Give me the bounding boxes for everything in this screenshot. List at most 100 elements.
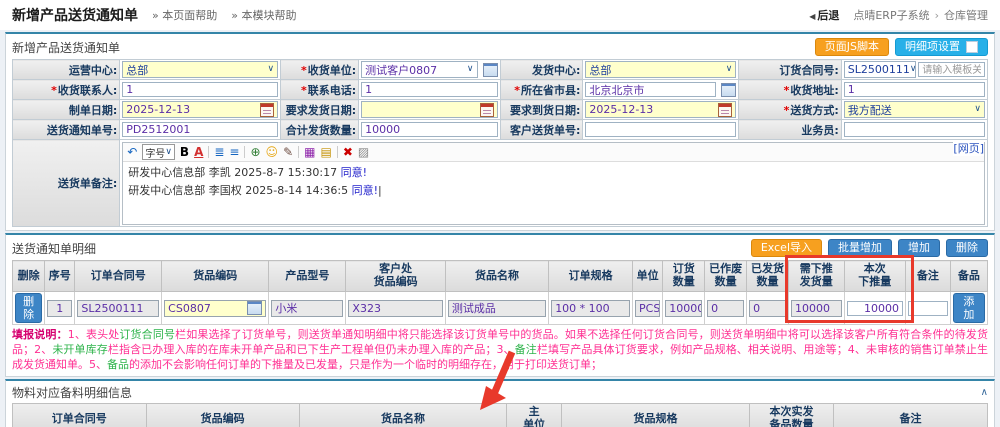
bold-icon[interactable]: B — [180, 146, 189, 158]
op-center-select[interactable]: 总部 — [122, 61, 278, 78]
col-delete: 删除 — [13, 261, 45, 292]
label-recv-unit: *收货单位: — [281, 60, 359, 80]
make-date-field[interactable]: 2025-12-13 — [122, 101, 278, 118]
row-shipped-qty: 0 — [749, 300, 786, 317]
row-seq: 1 — [47, 300, 72, 317]
details-panel-title: 送货通知单明细 — [12, 240, 96, 257]
ship-method-select[interactable]: 我方配送 — [844, 101, 985, 118]
picker-icon[interactable] — [721, 83, 736, 97]
total-qty-input[interactable] — [361, 122, 497, 137]
label-req-arrive-date: 要求到货日期: — [500, 100, 583, 120]
emoji-icon[interactable]: ☺ — [266, 146, 279, 158]
row-delete-button[interactable]: 删除 — [15, 293, 42, 323]
label-notice-no: 送货通知单号: — [13, 120, 120, 140]
calendar-icon[interactable] — [260, 103, 274, 117]
col-remark: 备注 — [906, 261, 951, 292]
col-spare: 备品 — [950, 261, 987, 292]
module-help-link[interactable]: » 本模块帮助 — [231, 7, 296, 23]
batch-add-button[interactable]: 批量增加 — [828, 239, 892, 257]
recv-unit-select[interactable]: 测试客户0807 — [361, 61, 477, 78]
col-pending-qty: 需下推发货量 — [789, 261, 845, 292]
chevron-down-icon — [467, 65, 474, 74]
col-name: 货品名称 — [445, 261, 548, 292]
label-salesman: 业务员: — [739, 120, 841, 140]
page-js-button[interactable]: 页面JS脚本 — [815, 38, 889, 56]
row-current-qty-input[interactable] — [847, 301, 903, 316]
req-ship-date-field[interactable] — [361, 101, 497, 118]
row-code-field[interactable]: CS0807 — [164, 300, 266, 317]
font-color-icon[interactable]: A — [194, 146, 203, 158]
address-input[interactable] — [844, 82, 985, 97]
undo-icon[interactable]: ↶ — [127, 146, 137, 158]
materials-header-row: 订单合同号 货品编码 货品名称 主单位 货品规格 本次实发备品数量 备注 — [13, 403, 988, 427]
template-keyword-input[interactable] — [918, 62, 985, 77]
add-row-button[interactable]: 增加 — [898, 239, 940, 257]
label-ship-center: 发货中心: — [500, 60, 583, 80]
collapse-icon[interactable]: ∧ — [981, 387, 988, 398]
stop-icon[interactable]: ✖ — [343, 146, 353, 158]
detail-settings-button[interactable]: 明细项设置 — [895, 38, 988, 56]
remark-editor-body[interactable]: 研发中心信息部 李凯 2025-8-7 15:30:17 同意! 研发中心信息部… — [123, 162, 984, 224]
table-icon[interactable]: ▤ — [320, 146, 331, 158]
col-m-spare-qty: 本次实发备品数量 — [750, 403, 834, 427]
page-help-link[interactable]: » 本页面帮助 — [152, 7, 217, 23]
excel-import-button[interactable]: Excel导入 — [751, 239, 822, 257]
materials-panel-title: 物料对应备料明细信息 — [12, 384, 132, 401]
back-label: 后退 — [817, 9, 839, 22]
list-icon[interactable]: ≡ — [229, 146, 239, 158]
calendar-icon[interactable] — [718, 103, 732, 117]
font-size-select[interactable]: 字号 — [142, 144, 175, 160]
col-spec: 订单规格 — [549, 261, 633, 292]
col-cust-code: 客户处货品编码 — [346, 261, 445, 292]
edit-icon[interactable]: ✎ — [283, 146, 293, 158]
row-order-qty: 10000 — [665, 300, 702, 317]
row-pending-qty: 10000 — [791, 300, 842, 317]
align-icon[interactable]: ≣ — [214, 146, 224, 158]
back-button[interactable]: ◀后退 — [809, 7, 839, 23]
label-total-qty: 合计发货数量: — [281, 120, 359, 140]
link-icon[interactable]: ⊕ — [250, 146, 260, 158]
breadcrumb-system[interactable]: 点晴ERP子系统 — [853, 7, 929, 23]
col-m-remark: 备注 — [833, 403, 987, 427]
notice-no-input[interactable] — [122, 122, 278, 137]
contract-no-select[interactable]: SL2500111 — [844, 61, 917, 78]
req-arrive-date-field[interactable]: 2025-12-13 — [585, 101, 736, 118]
recv-contact-input[interactable] — [122, 82, 278, 97]
breadcrumb-module[interactable]: 仓库管理 — [944, 7, 988, 23]
row-void-qty: 0 — [707, 300, 744, 317]
ship-center-select[interactable]: 总部 — [585, 61, 736, 78]
col-current-qty: 本次下推量 — [844, 261, 905, 292]
picker-icon[interactable] — [483, 63, 498, 77]
col-m-spec: 货品规格 — [561, 403, 749, 427]
back-icon: ◀ — [809, 12, 815, 21]
form-panel-title: 新增产品送货通知单 — [12, 39, 120, 56]
row-spec: 100 * 100 — [551, 300, 630, 317]
salesman-input[interactable] — [844, 122, 985, 137]
label-remark: 送货单备注: — [13, 140, 120, 227]
col-code: 货品编码 — [162, 261, 269, 292]
webpage-link[interactable]: [网页] — [953, 140, 984, 156]
col-unit: 单位 — [633, 261, 663, 292]
cust-delivery-no-input[interactable] — [585, 122, 736, 137]
row-add-button[interactable]: 添加 — [953, 293, 985, 323]
image-icon[interactable]: ▦ — [304, 146, 315, 158]
label-req-ship-date: 要求发货日期: — [281, 100, 359, 120]
province-input[interactable] — [585, 82, 716, 97]
label-cust-delivery-no: 客户送货单号: — [500, 120, 583, 140]
row-remark-input[interactable] — [908, 301, 948, 316]
label-recv-contact: *收货联系人: — [13, 80, 120, 100]
chevron-down-icon — [910, 65, 916, 74]
row-model: 小米 — [271, 300, 343, 317]
col-contract: 订单合同号 — [75, 261, 162, 292]
fill-instructions: 填报说明：1、表头处订货合同号栏如果选择了订货单号，则送货单通知明细中将只能选择… — [12, 328, 988, 373]
col-void-qty: 已作废数量 — [705, 261, 747, 292]
label-phone: *联系电话: — [281, 80, 359, 100]
phone-input[interactable] — [361, 82, 497, 97]
detail-settings-checkbox[interactable] — [966, 41, 978, 53]
delete-rows-button[interactable]: 删除 — [946, 239, 988, 257]
calendar-icon[interactable] — [480, 103, 494, 117]
picker-icon[interactable] — [247, 301, 262, 315]
row-unit: PCS — [635, 300, 660, 317]
picture-icon[interactable]: ▨ — [358, 146, 369, 158]
label-address: *收货地址: — [739, 80, 841, 100]
